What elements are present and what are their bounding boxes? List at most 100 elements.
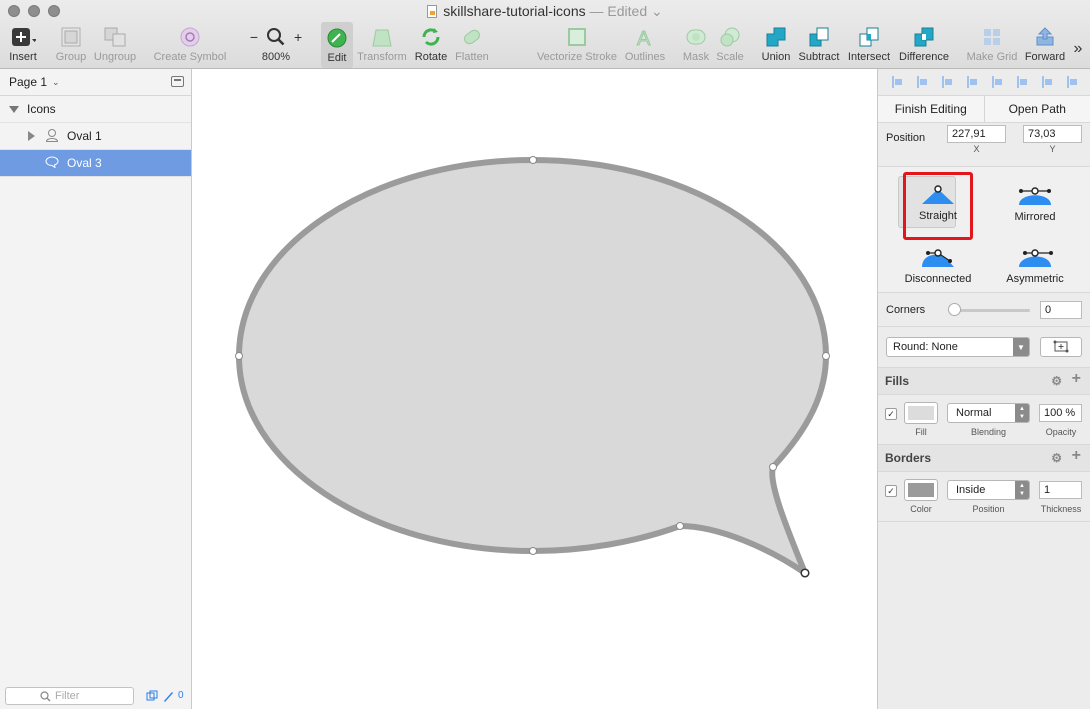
finish-editing-button[interactable]: Finish Editing xyxy=(878,96,984,122)
x-label: X xyxy=(973,144,980,154)
fill-color-swatch[interactable] xyxy=(904,402,938,424)
difference-button[interactable]: Difference xyxy=(896,25,952,67)
point-type-mirrored[interactable]: Mirrored xyxy=(990,171,1080,227)
align-left-icon[interactable] xyxy=(891,76,902,88)
path-point-bottom[interactable] xyxy=(529,547,537,555)
point-type-asymmetric[interactable]: Asymmetric xyxy=(990,233,1080,289)
add-fill-icon[interactable]: + xyxy=(1072,370,1081,388)
frame-edit-icon xyxy=(1053,340,1069,353)
corners-slider[interactable] xyxy=(953,309,1030,312)
blending-label: Blending xyxy=(970,427,1007,437)
transform-button[interactable]: Transform xyxy=(356,25,408,67)
ungroup-button[interactable]: Ungroup xyxy=(92,25,138,67)
add-border-icon[interactable]: + xyxy=(1072,447,1081,465)
layer-filter-input[interactable]: Filter xyxy=(5,686,134,705)
insert-icon xyxy=(10,26,36,48)
edit-button[interactable]: Edit xyxy=(321,22,353,68)
disclosure-triangle-icon[interactable] xyxy=(28,131,35,141)
disclosure-triangle-icon[interactable] xyxy=(9,105,19,113)
opacity-field[interactable]: 100 % xyxy=(1039,404,1082,422)
forward-button[interactable]: Forward xyxy=(1022,25,1068,67)
border-position-select[interactable]: Inside ▲ ▼ xyxy=(947,480,1030,500)
rotate-button[interactable]: Rotate xyxy=(413,25,449,67)
path-point-tail-end[interactable] xyxy=(676,522,684,530)
rounding-select[interactable]: Round: None ▼ xyxy=(886,337,1030,357)
create-symbol-button[interactable]: Create Symbol xyxy=(152,25,228,67)
scale-button[interactable]: Scale xyxy=(714,25,746,67)
open-path-button[interactable]: Open Path xyxy=(983,96,1090,122)
scale-icon xyxy=(719,26,741,48)
chevron-down-icon: ⌄ xyxy=(52,76,60,87)
corners-slider-handle[interactable] xyxy=(948,303,961,316)
page-selector[interactable]: Page 1 ⌄ xyxy=(0,69,191,96)
gear-icon[interactable]: ⚙ xyxy=(1051,374,1062,388)
group-button[interactable]: Group xyxy=(53,25,89,67)
border-color-swatch[interactable] xyxy=(904,479,938,501)
brush-icon[interactable] xyxy=(162,690,174,702)
collapse-pages-icon[interactable] xyxy=(171,76,184,87)
person-shape-icon xyxy=(45,128,59,145)
zoom-control: − + 800% xyxy=(246,25,306,67)
align-middle-icon[interactable] xyxy=(1041,76,1052,88)
zoom-out-button[interactable]: − xyxy=(250,29,258,45)
thickness-field[interactable]: 1 xyxy=(1039,481,1082,499)
borders-heading: Borders xyxy=(885,451,932,465)
border-enabled-checkbox[interactable]: ✓ xyxy=(885,485,897,497)
toolbar-overflow-button[interactable]: » xyxy=(1070,25,1086,67)
ungroup-icon xyxy=(103,26,127,48)
align-bottom-icon[interactable] xyxy=(1066,76,1077,88)
align-horizontal-center-icon[interactable] xyxy=(966,76,977,88)
path-point-tail-tip[interactable] xyxy=(800,568,810,578)
position-label: Position xyxy=(886,132,926,144)
align-right-icon[interactable] xyxy=(991,76,1002,88)
group-label: Group xyxy=(55,51,87,63)
vectorize-stroke-button[interactable]: Vectorize Stroke xyxy=(535,25,619,67)
fill-enabled-checkbox[interactable]: ✓ xyxy=(885,408,897,420)
intersect-button[interactable]: Intersect xyxy=(846,25,892,67)
symbol-icon xyxy=(179,26,201,48)
layer-filter-bar: Filter 0 xyxy=(0,682,191,709)
search-icon xyxy=(40,690,51,701)
layer-oval-3[interactable]: Oval 3 xyxy=(0,150,191,177)
speech-bubble-shape[interactable] xyxy=(236,157,829,576)
forward-icon xyxy=(1034,26,1056,48)
flatten-button[interactable]: Flatten xyxy=(452,25,492,67)
subtract-button[interactable]: Subtract xyxy=(796,25,842,67)
union-button[interactable]: Union xyxy=(758,25,794,67)
intersect-icon xyxy=(858,26,880,48)
point-type-disconnected[interactable]: Disconnected xyxy=(893,233,983,289)
symbol-filter-icon[interactable] xyxy=(146,690,158,702)
inspector-panel: Finish Editing Open Path Position 227,91… xyxy=(877,69,1090,709)
disconnected-point-icon xyxy=(922,249,954,267)
edited-status[interactable]: — Edited ⌄ xyxy=(590,3,663,19)
edit-points-button[interactable] xyxy=(1040,337,1082,357)
subtract-icon xyxy=(808,26,830,48)
x-position-field[interactable]: 227,91 xyxy=(947,125,1006,143)
canvas[interactable] xyxy=(192,69,877,709)
insert-button[interactable]: Insert xyxy=(6,25,40,67)
corners-field[interactable]: 0 xyxy=(1040,301,1082,319)
distribute-horizontal-icon[interactable] xyxy=(941,76,952,88)
layer-oval-1[interactable]: Oval 1 xyxy=(0,123,191,150)
canvas-artwork xyxy=(235,156,830,578)
align-center-icon[interactable] xyxy=(916,76,927,88)
y-position-field[interactable]: 73,03 xyxy=(1023,125,1082,143)
outlines-button[interactable]: A Outlines xyxy=(623,25,667,67)
gear-icon[interactable]: ⚙ xyxy=(1051,451,1062,465)
path-point-left[interactable] xyxy=(235,352,243,360)
align-top-icon[interactable] xyxy=(1016,76,1027,88)
edit-icon xyxy=(326,27,348,49)
blending-select[interactable]: Normal ▲ ▼ xyxy=(947,403,1030,423)
y-label: Y xyxy=(1049,144,1056,154)
make-grid-button[interactable]: Make Grid xyxy=(965,25,1019,67)
path-point-right[interactable] xyxy=(822,352,830,360)
borders-header: Borders ⚙ + xyxy=(878,445,1090,472)
path-point-top[interactable] xyxy=(529,156,537,164)
path-point-tail-start[interactable] xyxy=(769,463,777,471)
layer-group-icons[interactable]: Icons xyxy=(0,96,191,123)
create-symbol-label: Create Symbol xyxy=(153,51,227,63)
zoom-in-button[interactable]: + xyxy=(294,29,302,45)
mask-button[interactable]: Mask xyxy=(680,25,712,67)
window-title: skillshare-tutorial-icons — Edited ⌄ xyxy=(0,3,1090,20)
border-position-value: Inside xyxy=(956,484,986,496)
